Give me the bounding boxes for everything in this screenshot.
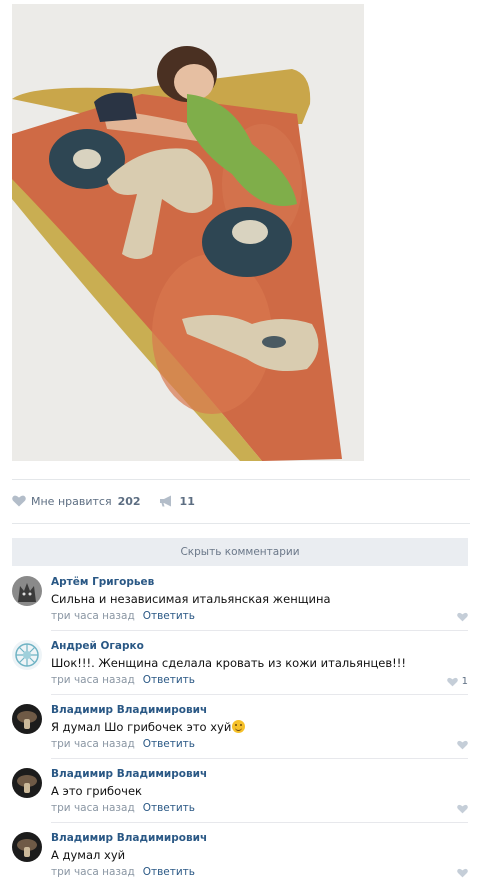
hide-comments-button[interactable]: Скрыть комментарии <box>12 538 468 566</box>
mushroom-avatar-icon <box>12 832 42 862</box>
avatar[interactable] <box>12 640 42 670</box>
comment-like-button[interactable] <box>457 804 468 814</box>
comment-text: Я думал Шо грибочек это хуй <box>51 720 246 734</box>
mushroom-avatar-icon <box>12 768 42 798</box>
heart-icon <box>457 868 468 878</box>
comment-like-button[interactable]: 1 <box>446 676 468 687</box>
comment-meta: три часа назад Ответить <box>51 674 195 686</box>
like-label: Мне нравится <box>31 494 112 508</box>
comment-item: Артём Григорьев Сильна и независимая ита… <box>12 567 468 631</box>
avatar[interactable] <box>12 704 42 734</box>
heart-icon <box>457 804 468 814</box>
reply-link[interactable]: Ответить <box>143 674 195 686</box>
comment-like-button[interactable] <box>457 868 468 878</box>
wolf-avatar-icon <box>12 576 42 606</box>
post-photo[interactable] <box>12 4 364 461</box>
reply-link[interactable]: Ответить <box>143 738 195 750</box>
comment-text: Сильна и независимая итальянская женщина <box>51 592 331 606</box>
comment-item: Андрей Огарко Шок!!!. Женщина сделала кр… <box>12 631 468 695</box>
avatar[interactable] <box>12 576 42 606</box>
comment-text: Шок!!!. Женщина сделала кровать из кожи … <box>51 656 406 670</box>
comment-meta: три часа назад Ответить <box>51 802 195 814</box>
comment-author[interactable]: Владимир Владимирович <box>51 768 207 780</box>
avatar[interactable] <box>12 768 42 798</box>
comment-time[interactable]: три часа назад <box>51 866 135 878</box>
comment-like-button[interactable] <box>457 612 468 622</box>
reply-link[interactable]: Ответить <box>143 866 195 878</box>
avatar[interactable] <box>12 832 42 862</box>
heart-icon <box>12 495 26 507</box>
comment-time[interactable]: три часа назад <box>51 674 135 686</box>
comment-item: Владимир Владимирович Я думал Шо грибоче… <box>12 695 468 759</box>
comment-meta: три часа назад Ответить <box>51 738 195 750</box>
reply-link[interactable]: Ответить <box>143 802 195 814</box>
comment-meta: три часа назад Ответить <box>51 610 195 622</box>
mushroom-avatar-icon <box>12 704 42 734</box>
comment-time[interactable]: три часа назад <box>51 802 135 814</box>
actions-divider <box>12 523 470 524</box>
comment-author[interactable]: Андрей Огарко <box>51 640 144 652</box>
reply-link[interactable]: Ответить <box>143 610 195 622</box>
comment-item: Владимир Владимирович А думал хуй три ча… <box>12 823 468 881</box>
comment-time[interactable]: три часа назад <box>51 738 135 750</box>
comment-text: А это грибочек <box>51 784 142 798</box>
comment-item: Владимир Владимирович А это грибочек три… <box>12 759 468 823</box>
comment-text-body: Я думал Шо грибочек это хуй <box>51 720 232 734</box>
post-actions: Мне нравится 202 11 <box>12 490 195 512</box>
comment-time[interactable]: три часа назад <box>51 610 135 622</box>
comment-author[interactable]: Владимир Владимирович <box>51 704 207 716</box>
comment-like-count: 1 <box>461 676 468 687</box>
like-button[interactable]: Мне нравится 202 <box>12 495 141 508</box>
heart-icon <box>446 677 458 686</box>
comment-like-button[interactable] <box>457 740 468 750</box>
post-divider <box>12 479 470 480</box>
comment-text: А думал хуй <box>51 848 126 862</box>
pattern-avatar-icon <box>12 640 42 670</box>
comment-author[interactable]: Владимир Владимирович <box>51 832 207 844</box>
comment-meta: три часа назад Ответить <box>51 866 195 878</box>
like-count: 202 <box>117 494 141 508</box>
heart-icon <box>457 612 468 622</box>
hide-comments-label: Скрыть комментарии <box>180 546 300 558</box>
share-button[interactable]: 11 <box>159 495 195 508</box>
smile-emoji-icon <box>232 720 246 733</box>
megaphone-icon <box>159 495 171 507</box>
heart-icon <box>457 740 468 750</box>
share-count: 11 <box>179 494 195 508</box>
comment-author[interactable]: Артём Григорьев <box>51 576 154 588</box>
pizza-sleeping-bag-illustration <box>12 4 364 461</box>
